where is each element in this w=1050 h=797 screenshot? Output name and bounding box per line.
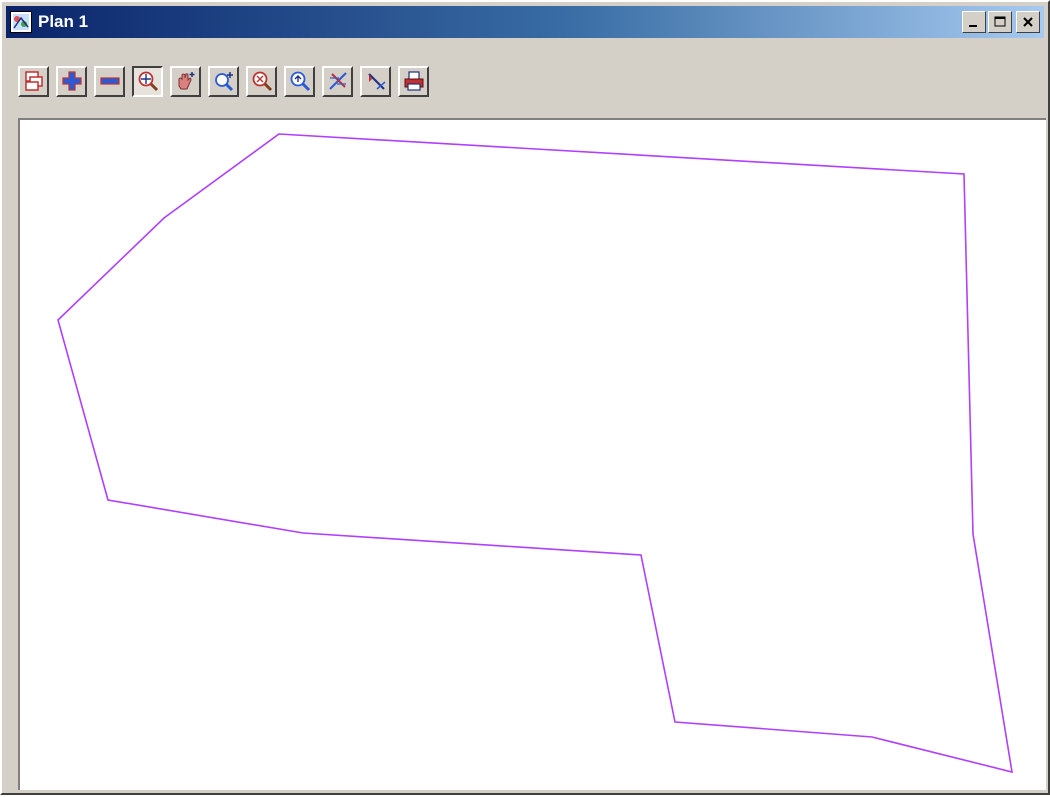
boundary-polygon <box>57 133 1013 774</box>
plan-window: Plan 1 <box>0 0 1050 795</box>
plan-canvas[interactable] <box>18 118 1046 790</box>
plan-drawing <box>57 133 1013 774</box>
